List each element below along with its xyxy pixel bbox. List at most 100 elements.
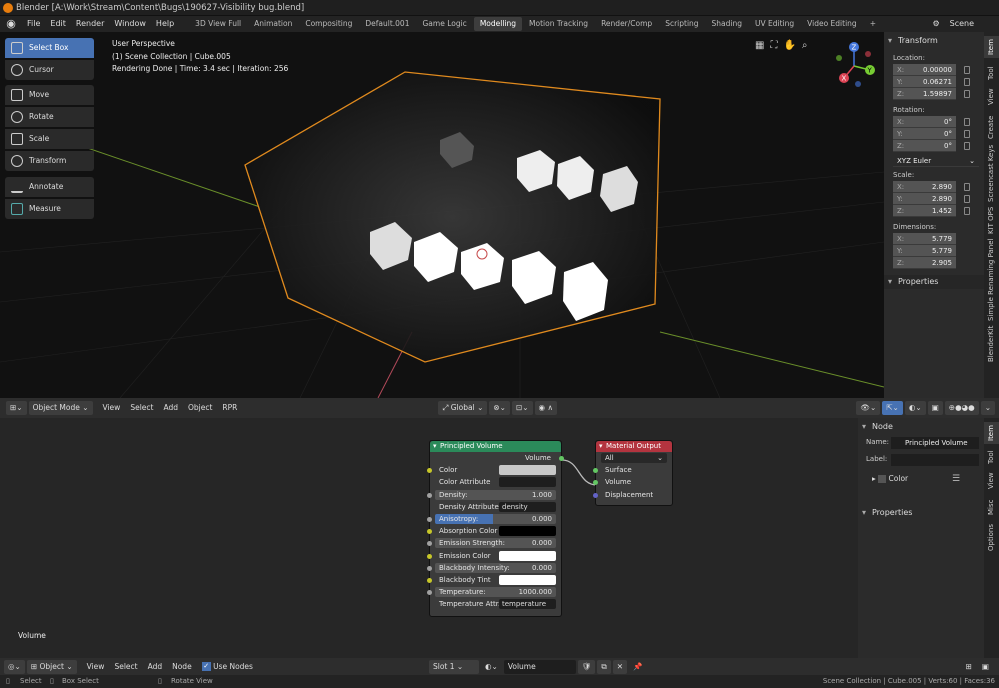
menu-help[interactable]: Help bbox=[151, 16, 179, 32]
tab-blenderkit[interactable]: BlenderKit bbox=[984, 324, 999, 364]
tool-annotate[interactable]: Annotate bbox=[5, 177, 94, 197]
lock-icon[interactable] bbox=[964, 207, 970, 215]
transform-panel-header[interactable]: Transform bbox=[884, 34, 984, 48]
lock-icon[interactable] bbox=[964, 118, 970, 126]
row-blackbody-intensity[interactable]: Blackbody Intensity: 0.000 bbox=[427, 562, 561, 574]
node-panel-header[interactable]: Node bbox=[858, 420, 984, 434]
use-nodes-toggle[interactable]: ✓ Use Nodes bbox=[198, 660, 257, 674]
tab-view[interactable]: View bbox=[984, 86, 999, 108]
row-density[interactable]: Density: 1.000 bbox=[427, 489, 561, 501]
overlay-toggle-icon[interactable]: ◐⌄ bbox=[904, 401, 926, 415]
node-header[interactable]: Material Output bbox=[596, 441, 672, 452]
row-emission-strength[interactable]: Emission Strength: 0.000 bbox=[427, 537, 561, 549]
menu-select[interactable]: Select bbox=[110, 660, 141, 674]
node-label-field[interactable] bbox=[891, 454, 979, 466]
workspace-tab[interactable]: Motion Tracking bbox=[523, 17, 594, 31]
snap-icon[interactable]: ⊡⌄ bbox=[511, 401, 533, 415]
target-dropdown[interactable]: All ⌄ bbox=[596, 452, 672, 464]
workspace-tab[interactable]: UV Editing bbox=[749, 17, 800, 31]
unlink-icon[interactable]: ✕ bbox=[612, 659, 627, 674]
menu-file[interactable]: File bbox=[22, 16, 45, 32]
menu-view[interactable]: View bbox=[83, 660, 109, 674]
workspace-tab[interactable]: Video Editing bbox=[801, 17, 863, 31]
lock-icon[interactable] bbox=[964, 66, 970, 74]
tab-item[interactable]: Item bbox=[984, 36, 999, 58]
material-name-field[interactable]: Volume bbox=[503, 659, 576, 674]
proportional-edit-icon[interactable]: ◉ ∧ bbox=[534, 401, 557, 415]
workspace-tab[interactable]: Animation bbox=[248, 17, 298, 31]
scene-icon[interactable]: ⚙ bbox=[927, 16, 944, 32]
shading-options-icon[interactable]: ⌄ bbox=[980, 401, 995, 415]
lock-icon[interactable] bbox=[964, 130, 970, 138]
pivot-icon[interactable]: ⊗⌄ bbox=[489, 401, 510, 415]
menu-edit[interactable]: Edit bbox=[45, 16, 71, 32]
rotation-y-field[interactable]: Y: 0° bbox=[893, 128, 970, 140]
menu-view[interactable]: View bbox=[99, 401, 125, 415]
shader-type-dropdown[interactable]: ⊞ Object ⌄ bbox=[26, 659, 77, 674]
pan-hand-icon[interactable]: ✋ bbox=[783, 40, 795, 54]
visibility-icon[interactable]: 👁⌄ bbox=[856, 401, 881, 415]
scale-z-field[interactable]: Z: 1.452 bbox=[893, 205, 970, 217]
row-temperature[interactable]: Temperature: 1000.000 bbox=[427, 586, 561, 598]
tool-transform[interactable]: Transform bbox=[5, 151, 94, 171]
menu-node[interactable]: Node bbox=[168, 660, 196, 674]
slot-dropdown[interactable]: Slot 1 ⌄ bbox=[428, 659, 479, 674]
row-density-attribute[interactable]: Density Attribute density bbox=[430, 501, 561, 513]
workspace-tab[interactable]: 3D View Full bbox=[189, 17, 247, 31]
tab-screencast-keys[interactable]: Screencast Keys bbox=[984, 144, 999, 202]
navigation-gizmo[interactable]: Z Y X bbox=[828, 40, 880, 92]
tool-scale[interactable]: Scale bbox=[5, 129, 94, 149]
location-x-field[interactable]: X: 0.00000 bbox=[893, 64, 970, 76]
workspace-tab-active[interactable]: Modelling bbox=[473, 17, 523, 31]
tab-tool[interactable]: Tool bbox=[984, 62, 999, 84]
rotation-z-field[interactable]: Z: 0° bbox=[893, 140, 970, 152]
snap-icon[interactable]: ⊞ bbox=[962, 660, 976, 674]
material-browse-icon[interactable]: ◐⌄ bbox=[481, 660, 502, 674]
tab-misc[interactable]: Misc bbox=[984, 496, 999, 518]
node-principled-volume[interactable]: Principled Volume Volume Color Color Att… bbox=[427, 440, 564, 617]
scene-selector[interactable]: Scene bbox=[945, 16, 979, 32]
lock-icon[interactable] bbox=[964, 90, 970, 98]
workspace-tab[interactable]: Default.001 bbox=[359, 17, 415, 31]
3d-viewport[interactable]: Select Box Cursor Move Rotate Scale Tran… bbox=[0, 32, 884, 398]
pin-icon[interactable]: 📌 bbox=[629, 660, 646, 674]
xray-icon[interactable]: ▣ bbox=[927, 401, 943, 415]
lock-icon[interactable] bbox=[964, 183, 970, 191]
menu-window[interactable]: Window bbox=[109, 16, 151, 32]
color-subpanel[interactable]: ▸ Color bbox=[872, 474, 908, 483]
menu-add[interactable]: Add bbox=[144, 660, 167, 674]
tool-rotate[interactable]: Rotate bbox=[5, 107, 94, 127]
workspace-tab[interactable]: Shading bbox=[706, 17, 748, 31]
tab-simple-renaming-panel[interactable]: Simple Renaming Panel bbox=[984, 238, 999, 322]
tool-measure[interactable]: Measure bbox=[5, 199, 94, 219]
tab-tool[interactable]: Tool bbox=[984, 446, 999, 468]
list-icon[interactable]: ☰ bbox=[952, 474, 960, 484]
backdrop-icon[interactable]: ▣ bbox=[978, 660, 993, 674]
menu-add[interactable]: Add bbox=[159, 401, 182, 415]
row-blackbody-tint[interactable]: Blackbody Tint bbox=[427, 574, 561, 586]
workspace-tab[interactable]: Scripting bbox=[659, 17, 704, 31]
properties-panel-header[interactable]: Properties bbox=[884, 275, 984, 289]
lock-icon[interactable] bbox=[964, 142, 970, 150]
orientation-dropdown[interactable]: ⤢ Global ⌄ bbox=[438, 401, 488, 415]
workspace-tab[interactable]: Compositing bbox=[299, 17, 358, 31]
tab-create[interactable]: Create bbox=[984, 112, 999, 142]
socket-output[interactable] bbox=[559, 456, 564, 461]
menu-rpr[interactable]: RPR bbox=[218, 401, 241, 415]
shading-modes-icon[interactable]: ⊕●◕● bbox=[944, 401, 979, 415]
blender-menu-icon[interactable]: ◉ bbox=[4, 17, 18, 31]
tab-options[interactable]: Options bbox=[984, 522, 999, 552]
dimensions-x-field[interactable]: X: 5.779 bbox=[893, 233, 956, 245]
node-properties-header[interactable]: Properties bbox=[858, 506, 984, 520]
color-checkbox[interactable] bbox=[878, 475, 887, 483]
editor-type-button[interactable]: ⊞⌄ bbox=[6, 401, 27, 415]
row-temperature-attribute[interactable]: Temperature Attr... temperature bbox=[430, 598, 561, 610]
scale-x-field[interactable]: X: 2.890 bbox=[893, 181, 970, 193]
gizmo-toggle-icon[interactable]: ⇱⌄ bbox=[882, 401, 903, 415]
row-anisotropy[interactable]: Anisotropy: 0.000 bbox=[427, 513, 561, 525]
menu-object[interactable]: Object bbox=[184, 401, 216, 415]
row-emission-color[interactable]: Emission Color bbox=[427, 550, 561, 562]
add-workspace-icon[interactable]: + bbox=[864, 17, 882, 31]
tool-cursor[interactable]: Cursor bbox=[5, 60, 94, 80]
mode-dropdown[interactable]: Object Mode ⌄ bbox=[28, 401, 93, 415]
